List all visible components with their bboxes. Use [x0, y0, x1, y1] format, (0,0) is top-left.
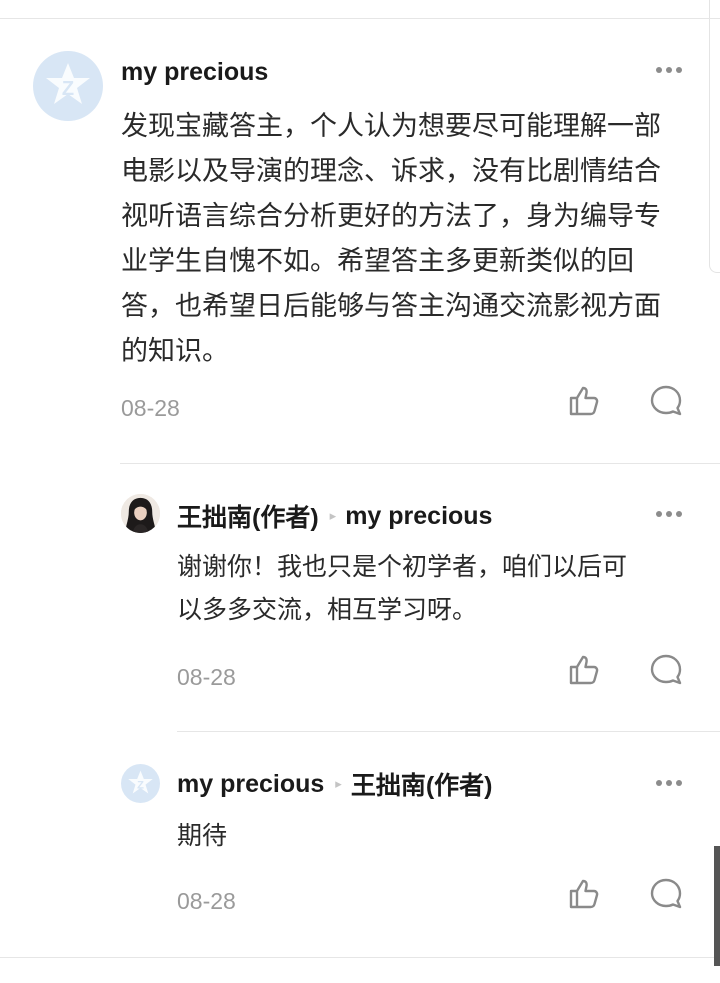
svg-text:Z: Z [137, 780, 144, 792]
thumbs-up-icon [569, 879, 599, 909]
more-options-button[interactable] [656, 508, 682, 520]
more-dots-icon [656, 780, 662, 786]
reply-to-name[interactable]: 王拙南(作者) [351, 766, 493, 802]
comment-header: my precious [121, 56, 268, 88]
avatar[interactable]: Z [33, 51, 103, 121]
thumbs-up-icon [569, 386, 599, 416]
author-name[interactable]: 王拙南(作者) [177, 498, 319, 534]
scroll-edge [709, 0, 720, 273]
zhihu-default-avatar-icon: Z [128, 770, 153, 794]
reply-header: my precious ▸ 王拙南(作者) [177, 766, 493, 802]
more-options-button[interactable] [656, 777, 682, 789]
comment-text: 期待 [177, 821, 228, 850]
avatar[interactable]: Z [121, 764, 160, 803]
bottom-divider [0, 957, 720, 958]
like-button[interactable] [566, 383, 602, 419]
user-photo-icon [121, 494, 160, 533]
comment-bubble-icon [650, 385, 682, 416]
reply-button[interactable] [648, 876, 684, 912]
top-divider [0, 18, 720, 19]
comment-text: 谢谢你！我也只是个初学者，咱们以后可 以多多交流，相互学习呀。 [177, 552, 628, 624]
like-button[interactable] [566, 876, 602, 912]
svg-text:Z: Z [62, 78, 74, 100]
comment-bubble-icon [650, 878, 682, 909]
zhihu-default-avatar-icon: Z [46, 63, 90, 104]
thumbs-up-icon [569, 655, 599, 685]
reply-divider [120, 463, 720, 464]
author-name[interactable]: my precious [177, 770, 324, 799]
reply-arrow-icon: ▸ [329, 508, 337, 524]
more-dots-icon [656, 67, 662, 73]
avatar[interactable] [121, 494, 160, 533]
more-dots-icon [656, 511, 662, 517]
comment-date: 08-28 [177, 664, 236, 690]
comment-bubble-icon [650, 654, 682, 685]
more-options-button[interactable] [656, 64, 682, 76]
comment-date: 08-28 [177, 888, 236, 914]
reply-button[interactable] [648, 383, 684, 419]
like-button[interactable] [566, 652, 602, 688]
reply-button[interactable] [648, 652, 684, 688]
comment-text: 发现宝藏答主，个人认为想要尽可能理解一部 电影以及导演的理念、诉求，没有比剧情结… [121, 111, 661, 367]
reply-to-name[interactable]: my precious [345, 502, 492, 531]
reply-divider [177, 731, 720, 732]
scrollbar[interactable] [714, 846, 720, 966]
reply-arrow-icon: ▸ [335, 776, 342, 792]
reply-header: 王拙南(作者) ▸ my precious [177, 498, 492, 534]
comment-date: 08-28 [121, 395, 180, 421]
author-name[interactable]: my precious [121, 58, 268, 87]
